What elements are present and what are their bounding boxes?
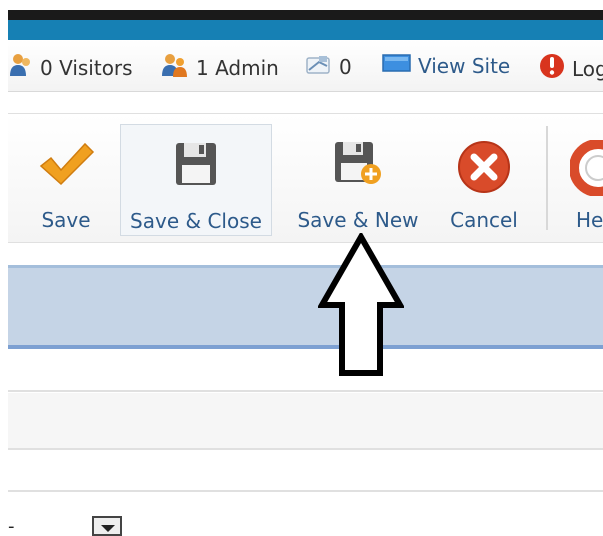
row-divider: [8, 448, 603, 450]
admin-icon: [160, 52, 190, 83]
status-bar: 0 Visitors 1 Admin 0 View Site Log: [8, 40, 603, 92]
chevron-down-icon[interactable]: [92, 516, 122, 536]
view-site-label: View Site: [418, 53, 511, 78]
messages-count: 0: [339, 54, 352, 79]
select-value: -: [8, 516, 15, 536]
row-divider: [8, 390, 603, 392]
save-and-close-button[interactable]: Save & Close: [120, 124, 272, 236]
floppy-add-icon: [333, 140, 383, 191]
form-row: [8, 393, 603, 448]
cancel-label: Cancel: [450, 208, 518, 232]
message-icon: [305, 52, 333, 81]
row-divider: [8, 490, 603, 492]
visitors-status[interactable]: 0 Visitors: [8, 52, 133, 83]
help-label: He: [576, 208, 603, 232]
users-icon: [8, 52, 34, 83]
logout-link[interactable]: Log: [538, 52, 603, 85]
section-header-band: [8, 265, 603, 349]
messages-status[interactable]: 0: [305, 52, 352, 81]
save-button[interactable]: Save: [26, 124, 106, 236]
annotation-up-arrow: [316, 230, 406, 382]
checkmark-icon: [37, 140, 95, 193]
top-white-strip: [0, 0, 603, 10]
save-and-new-button[interactable]: Save & New: [288, 124, 428, 236]
save-close-label: Save & Close: [130, 209, 262, 233]
logout-label: Log: [572, 56, 603, 81]
action-toolbar: Save Save & Close Save & New Cancel He: [8, 113, 603, 243]
logout-icon: [538, 52, 566, 85]
floppy-disk-icon: [174, 141, 218, 192]
help-lifebuoy-icon: [569, 139, 603, 201]
admin-status[interactable]: 1 Admin: [160, 52, 279, 83]
help-button[interactable]: He: [564, 124, 603, 236]
top-dark-strip: [8, 10, 603, 20]
toolbar-separator: [546, 126, 548, 230]
visitors-label: 0 Visitors: [40, 55, 133, 80]
cancel-x-icon: [456, 140, 512, 199]
cancel-button[interactable]: Cancel: [440, 124, 528, 236]
header-blue-strip: [8, 20, 603, 40]
save-new-label: Save & New: [297, 208, 419, 232]
admin-label: 1 Admin: [196, 55, 279, 80]
save-label: Save: [41, 208, 91, 232]
view-site-link[interactable]: View Site: [382, 52, 510, 79]
monitor-icon: [382, 52, 412, 79]
